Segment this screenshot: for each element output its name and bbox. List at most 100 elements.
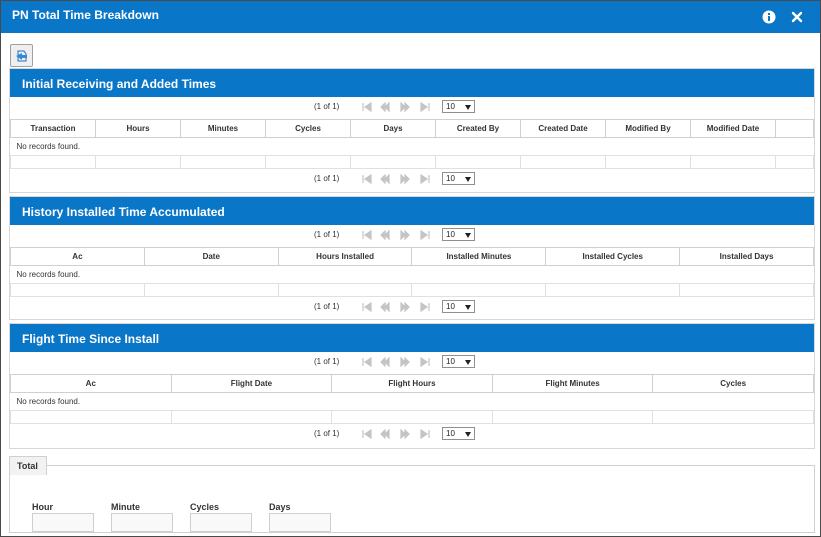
first-page-icon[interactable] bbox=[362, 102, 372, 112]
filler-cell bbox=[491, 410, 654, 424]
dialog-title: PN Total Time Breakdown bbox=[12, 8, 159, 22]
initial-receiving-table: Transaction Hours Minutes Cycles Days Created… bbox=[10, 119, 814, 169]
last-page-icon[interactable] bbox=[420, 357, 430, 367]
column-header[interactable]: Date bbox=[143, 247, 279, 266]
next-page-icon[interactable] bbox=[400, 302, 410, 312]
dialog-titlebar: PN Total Time Breakdown bbox=[1, 1, 820, 33]
table-row bbox=[10, 283, 814, 297]
hour-label: Hour bbox=[32, 502, 53, 512]
column-header[interactable]: Cycles bbox=[652, 374, 814, 393]
column-header[interactable]: Hours bbox=[95, 119, 181, 138]
prev-page-icon[interactable] bbox=[380, 429, 390, 439]
next-page-icon[interactable] bbox=[400, 429, 410, 439]
days-label: Days bbox=[269, 502, 291, 512]
next-page-icon[interactable] bbox=[400, 174, 410, 184]
column-header[interactable]: Modified By bbox=[605, 119, 691, 138]
filler-cell bbox=[775, 155, 814, 169]
history-installed-table: Ac Date Hours Installed Installed Minutes In… bbox=[10, 247, 814, 297]
column-header[interactable]: Hours Installed bbox=[277, 247, 413, 266]
chevron-down-icon bbox=[465, 177, 471, 182]
rows-per-page-value: 10 bbox=[446, 102, 455, 111]
hour-field[interactable] bbox=[32, 513, 94, 532]
column-header[interactable]: Modified Date bbox=[690, 119, 776, 138]
filler-cell bbox=[170, 410, 333, 424]
filler-cell bbox=[265, 155, 351, 169]
info-icon[interactable] bbox=[762, 10, 776, 24]
next-page-icon[interactable] bbox=[400, 357, 410, 367]
rows-per-page-select[interactable]: 10 bbox=[442, 100, 475, 113]
first-page-icon[interactable] bbox=[362, 230, 372, 240]
rows-per-page-select[interactable]: 10 bbox=[442, 427, 475, 440]
rows-per-page-select[interactable]: 10 bbox=[442, 228, 475, 241]
filler-cell bbox=[350, 155, 436, 169]
column-header[interactable]: Transaction bbox=[10, 119, 96, 138]
first-page-icon[interactable] bbox=[362, 357, 372, 367]
rows-per-page-select[interactable]: 10 bbox=[442, 355, 475, 368]
first-page-icon[interactable] bbox=[362, 174, 372, 184]
page-info: (1 of 1) bbox=[314, 230, 340, 239]
page-info: (1 of 1) bbox=[314, 429, 340, 438]
column-header[interactable]: Flight Date bbox=[170, 374, 333, 393]
filler-cell bbox=[10, 410, 172, 424]
column-header[interactable]: Ac bbox=[10, 247, 145, 266]
next-page-icon[interactable] bbox=[400, 230, 410, 240]
prev-page-icon[interactable] bbox=[380, 302, 390, 312]
filler-cell bbox=[545, 283, 681, 297]
column-header[interactable]: Installed Cycles bbox=[545, 247, 681, 266]
last-page-icon[interactable] bbox=[420, 429, 430, 439]
page-info: (1 of 1) bbox=[314, 174, 340, 183]
prev-page-icon[interactable] bbox=[380, 357, 390, 367]
pn-total-time-dialog: PN Total Time Breakdown Initial Receivin… bbox=[0, 0, 821, 537]
prev-page-icon[interactable] bbox=[380, 174, 390, 184]
prev-page-icon[interactable] bbox=[380, 230, 390, 240]
paginator-top: (1 of 1) 10 bbox=[10, 352, 814, 374]
column-header[interactable]: Cycles bbox=[265, 119, 351, 138]
filler-cell bbox=[652, 410, 814, 424]
chevron-down-icon bbox=[465, 305, 471, 310]
rows-per-page-select[interactable]: 10 bbox=[442, 300, 475, 313]
column-header[interactable]: Minutes bbox=[180, 119, 266, 138]
rows-per-page-select[interactable]: 10 bbox=[442, 172, 475, 185]
chevron-down-icon bbox=[465, 233, 471, 238]
next-page-icon[interactable] bbox=[400, 102, 410, 112]
column-header[interactable]: Days bbox=[350, 119, 436, 138]
filler-cell bbox=[277, 283, 413, 297]
minute-field[interactable] bbox=[111, 513, 173, 532]
empty-message: No records found. bbox=[10, 265, 814, 284]
export-button[interactable] bbox=[10, 44, 33, 67]
chevron-down-icon bbox=[465, 432, 471, 437]
minute-label: Minute bbox=[111, 502, 140, 512]
first-page-icon[interactable] bbox=[362, 429, 372, 439]
last-page-icon[interactable] bbox=[420, 102, 430, 112]
cycles-label: Cycles bbox=[190, 502, 220, 512]
column-header[interactable]: Flight Hours bbox=[331, 374, 493, 393]
flight-time-panel: Flight Time Since Install (1 of 1) 10 Ac F… bbox=[9, 323, 815, 449]
cycles-field[interactable] bbox=[190, 513, 252, 532]
rows-per-page-value: 10 bbox=[446, 230, 455, 239]
column-header[interactable]: Created Date bbox=[520, 119, 606, 138]
column-header[interactable]: Created By bbox=[435, 119, 521, 138]
panel-title: Flight Time Since Install bbox=[10, 324, 814, 352]
last-page-icon[interactable] bbox=[420, 302, 430, 312]
filler-cell bbox=[411, 283, 547, 297]
panel-title: History Installed Time Accumulated bbox=[10, 197, 814, 225]
days-field[interactable] bbox=[269, 513, 331, 532]
flight-time-table: Ac Flight Date Flight Hours Flight Minutes C… bbox=[10, 374, 814, 424]
last-page-icon[interactable] bbox=[420, 230, 430, 240]
panel-title: Initial Receiving and Added Times bbox=[10, 69, 814, 97]
first-page-icon[interactable] bbox=[362, 302, 372, 312]
last-page-icon[interactable] bbox=[420, 174, 430, 184]
column-header[interactable]: Flight Minutes bbox=[491, 374, 654, 393]
column-header[interactable]: Ac bbox=[10, 374, 172, 393]
page-info: (1 of 1) bbox=[314, 357, 340, 366]
filler-cell bbox=[95, 155, 181, 169]
table-row bbox=[10, 155, 814, 169]
filler-cell bbox=[605, 155, 691, 169]
total-legend: Total bbox=[9, 456, 47, 475]
filler-cell bbox=[679, 283, 814, 297]
close-icon[interactable] bbox=[790, 10, 804, 24]
prev-page-icon[interactable] bbox=[380, 102, 390, 112]
column-header[interactable]: Installed Minutes bbox=[411, 247, 547, 266]
chevron-down-icon bbox=[465, 105, 471, 110]
column-header[interactable]: Installed Days bbox=[679, 247, 814, 266]
